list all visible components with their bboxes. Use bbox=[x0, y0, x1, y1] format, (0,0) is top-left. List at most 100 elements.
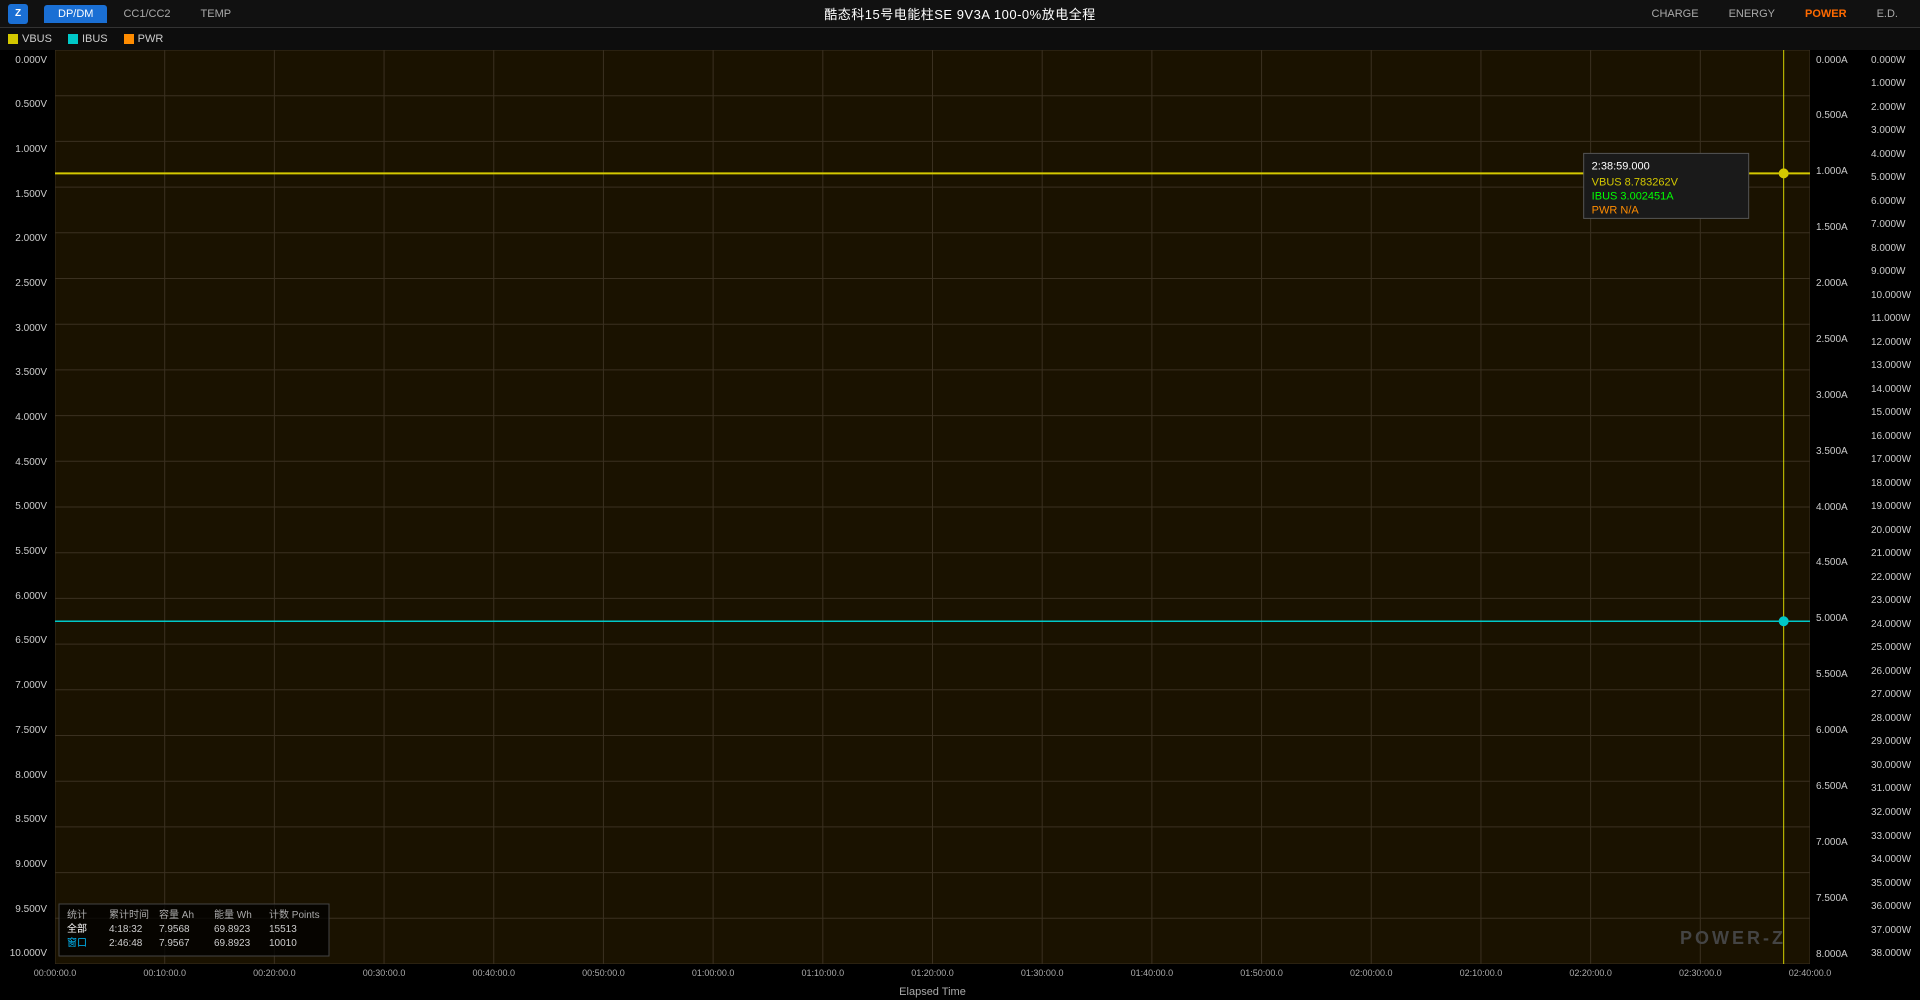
svg-text:统计: 统计 bbox=[67, 908, 87, 921]
tab-temp[interactable]: TEMP bbox=[187, 5, 246, 23]
x-label-15: 02:30:00.0 bbox=[1679, 968, 1722, 978]
y-label-power-23: 23.000W bbox=[1867, 591, 1918, 611]
svg-text:10010: 10010 bbox=[269, 938, 297, 949]
nav-logo: Z bbox=[8, 4, 28, 24]
pwr-icon bbox=[124, 34, 134, 44]
y-label-power-38: 38.000W bbox=[1867, 944, 1918, 964]
y-label-power-25: 25.000W bbox=[1867, 638, 1918, 658]
y-label-power-11: 11.000W bbox=[1867, 309, 1918, 329]
btn-ed[interactable]: E.D. bbox=[1863, 5, 1912, 23]
y-label-voltage-20: 10.000V bbox=[2, 944, 51, 964]
top-nav: Z DP/DM CC1/CC2 TEMP 酷态科15号电能柱SE 9V3A 10… bbox=[0, 0, 1920, 28]
x-label-0: 00:00:00.0 bbox=[34, 968, 77, 978]
x-label-6: 01:00:00.0 bbox=[692, 968, 735, 978]
y-label-power-31: 31.000W bbox=[1867, 779, 1918, 799]
x-label-13: 02:10:00.0 bbox=[1460, 968, 1503, 978]
y-label-voltage-18: 9.000V bbox=[2, 854, 51, 874]
chart-container[interactable]: 10.000V9.500V9.000V8.500V8.000V7.500V7.0… bbox=[0, 50, 1920, 964]
y-label-voltage-0: 0.000V bbox=[2, 50, 51, 70]
y-label-power-7: 7.000W bbox=[1867, 215, 1918, 235]
svg-text:窗口: 窗口 bbox=[67, 936, 87, 949]
y-label-voltage-5: 2.500V bbox=[2, 273, 51, 293]
btn-charge[interactable]: CHARGE bbox=[1638, 5, 1713, 23]
x-axis-title: Elapsed Time bbox=[55, 984, 1810, 1000]
x-label-12: 02:00:00.0 bbox=[1350, 968, 1393, 978]
y-label-voltage-11: 5.500V bbox=[2, 542, 51, 562]
y-label-voltage-4: 2.000V bbox=[2, 229, 51, 249]
nav-right-buttons: CHARGE ENERGY POWER E.D. bbox=[1638, 5, 1913, 23]
y-label-power-6: 6.000W bbox=[1867, 191, 1918, 211]
y-label-voltage-2: 1.000V bbox=[2, 139, 51, 159]
y-label-power-14: 14.000W bbox=[1867, 379, 1918, 399]
svg-text:计数 Points: 计数 Points bbox=[269, 908, 320, 921]
x-label-1: 00:10:00.0 bbox=[143, 968, 186, 978]
y-label-power-20: 20.000W bbox=[1867, 520, 1918, 540]
y-label-power-29: 29.000W bbox=[1867, 732, 1918, 752]
y-label-power-8: 8.000W bbox=[1867, 238, 1918, 258]
y-label-power-35: 35.000W bbox=[1867, 873, 1918, 893]
x-label-16: 02:40:00.0 bbox=[1789, 968, 1832, 978]
y-label-power-9: 9.000W bbox=[1867, 262, 1918, 282]
legend-ibus: IBUS bbox=[68, 33, 108, 45]
y-label-current-13: 6.500A bbox=[1812, 776, 1863, 796]
y-label-current-15: 7.500A bbox=[1812, 888, 1863, 908]
y-label-voltage-12: 6.000V bbox=[2, 586, 51, 606]
y-label-voltage-17: 8.500V bbox=[2, 810, 51, 830]
x-label-2: 00:20:00.0 bbox=[253, 968, 296, 978]
y-label-power-15: 15.000W bbox=[1867, 403, 1918, 423]
y-label-power-3: 3.000W bbox=[1867, 121, 1918, 141]
svg-text:4:18:32: 4:18:32 bbox=[109, 924, 143, 935]
y-label-power-16: 16.000W bbox=[1867, 426, 1918, 446]
x-label-5: 00:50:00.0 bbox=[582, 968, 625, 978]
btn-energy[interactable]: ENERGY bbox=[1715, 5, 1789, 23]
vbus-icon bbox=[8, 34, 18, 44]
x-label-4: 00:40:00.0 bbox=[472, 968, 515, 978]
y-label-current-16: 8.000A bbox=[1812, 944, 1863, 964]
y-label-voltage-10: 5.000V bbox=[2, 497, 51, 517]
svg-text:69.8923: 69.8923 bbox=[214, 938, 251, 949]
chart-plot[interactable]: 2:38:59.000 VBUS 8.783262V IBUS 3.002451A P… bbox=[55, 50, 1810, 964]
y-label-current-6: 3.000A bbox=[1812, 385, 1863, 405]
y-label-voltage-9: 4.500V bbox=[2, 452, 51, 472]
y-label-power-21: 21.000W bbox=[1867, 544, 1918, 564]
y-label-power-37: 37.000W bbox=[1867, 920, 1918, 940]
tab-cc1-cc2[interactable]: CC1/CC2 bbox=[109, 5, 184, 23]
y-label-current-2: 1.000A bbox=[1812, 162, 1863, 182]
y-label-voltage-15: 7.500V bbox=[2, 720, 51, 740]
y-label-voltage-8: 4.000V bbox=[2, 408, 51, 428]
y-label-voltage-13: 6.500V bbox=[2, 631, 51, 651]
legend-vbus: VBUS bbox=[8, 33, 52, 45]
svg-text:POWER-Z: POWER-Z bbox=[1680, 928, 1786, 948]
legend-vbus-label: VBUS bbox=[22, 33, 52, 45]
y-label-voltage-3: 1.500V bbox=[2, 184, 51, 204]
x-label-14: 02:20:00.0 bbox=[1569, 968, 1612, 978]
y-label-current-4: 2.000A bbox=[1812, 274, 1863, 294]
y-label-power-5: 5.000W bbox=[1867, 168, 1918, 188]
svg-text:VBUS 8.783262V: VBUS 8.783262V bbox=[1592, 176, 1679, 188]
svg-text:2:38:59.000: 2:38:59.000 bbox=[1592, 160, 1650, 172]
chart-wrapper: VBUS IBUS PWR 10.000V9.500V9.000V8.500V8… bbox=[0, 28, 1920, 1000]
y-label-voltage-6: 3.000V bbox=[2, 318, 51, 338]
x-axis: 00:00:00.000:10:00.000:20:00.000:30:00.0… bbox=[55, 964, 1810, 984]
y-label-power-22: 22.000W bbox=[1867, 567, 1918, 587]
y-axis-power: 38.000W37.000W36.000W35.000W34.000W33.00… bbox=[1865, 50, 1920, 964]
y-label-power-19: 19.000W bbox=[1867, 497, 1918, 517]
tab-dp-dm[interactable]: DP/DM bbox=[44, 5, 107, 23]
y-label-current-1: 0.500A bbox=[1812, 106, 1863, 126]
svg-text:PWR N/A: PWR N/A bbox=[1592, 204, 1640, 216]
y-axis-voltage: 10.000V9.500V9.000V8.500V8.000V7.500V7.0… bbox=[0, 50, 55, 964]
y-label-current-12: 6.000A bbox=[1812, 721, 1863, 741]
svg-text:IBUS 3.002451A: IBUS 3.002451A bbox=[1592, 190, 1675, 202]
btn-power[interactable]: POWER bbox=[1791, 5, 1861, 23]
x-label-3: 00:30:00.0 bbox=[363, 968, 406, 978]
y-label-current-0: 0.000A bbox=[1812, 50, 1863, 70]
y-label-power-10: 10.000W bbox=[1867, 285, 1918, 305]
y-label-power-26: 26.000W bbox=[1867, 661, 1918, 681]
y-label-power-33: 33.000W bbox=[1867, 826, 1918, 846]
x-label-11: 01:50:00.0 bbox=[1240, 968, 1283, 978]
y-label-voltage-1: 0.500V bbox=[2, 95, 51, 115]
x-label-9: 01:30:00.0 bbox=[1021, 968, 1064, 978]
x-label-8: 01:20:00.0 bbox=[911, 968, 954, 978]
y-label-power-30: 30.000W bbox=[1867, 755, 1918, 775]
svg-text:7.9567: 7.9567 bbox=[159, 938, 190, 949]
